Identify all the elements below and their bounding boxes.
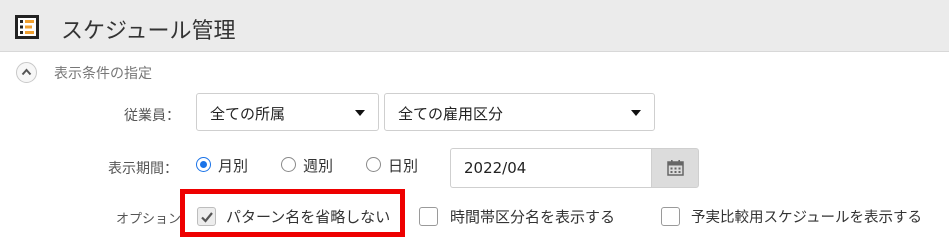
checkbox-show-time-zone[interactable] [419,207,438,226]
checkbox-show-time-zone-label: 時間帯区分名を表示する [450,208,616,226]
radio-button[interactable] [281,157,296,172]
radio-weekly-label: 週別 [303,157,334,175]
dropdown-arrow-icon [355,110,365,116]
month-input-value: 2022/04 [464,159,527,177]
department-select[interactable]: 全ての所属 [196,93,379,131]
dropdown-arrow-icon [631,110,641,116]
radio-button[interactable] [366,157,381,172]
calendar-button[interactable] [651,148,699,188]
highlight-annotation [180,189,405,237]
checkbox-show-comparison-schedule-label: 予実比較用スケジュールを表示する [691,210,922,226]
period-label: 表示期間： [108,161,178,177]
checkbox-show-comparison-schedule[interactable] [661,207,680,226]
radio-daily-label: 日別 [388,157,419,175]
month-input[interactable]: 2022/04 [450,148,652,188]
page-header: スケジュール管理 [0,0,949,52]
section-title: 表示条件の指定 [54,66,152,82]
options-label: オプション [116,212,182,227]
employee-label: 従業員： [124,108,180,124]
employment-type-select-value: 全ての雇用区分 [398,105,504,123]
page-title: スケジュール管理 [61,19,236,44]
department-select-value: 全ての所属 [210,105,286,123]
section-collapse-button[interactable] [16,62,37,83]
employment-type-select[interactable]: 全ての雇用区分 [384,93,655,131]
radio-button-checked[interactable] [196,157,211,172]
radio-monthly-label: 月別 [218,157,249,175]
schedule-list-icon [14,14,40,40]
